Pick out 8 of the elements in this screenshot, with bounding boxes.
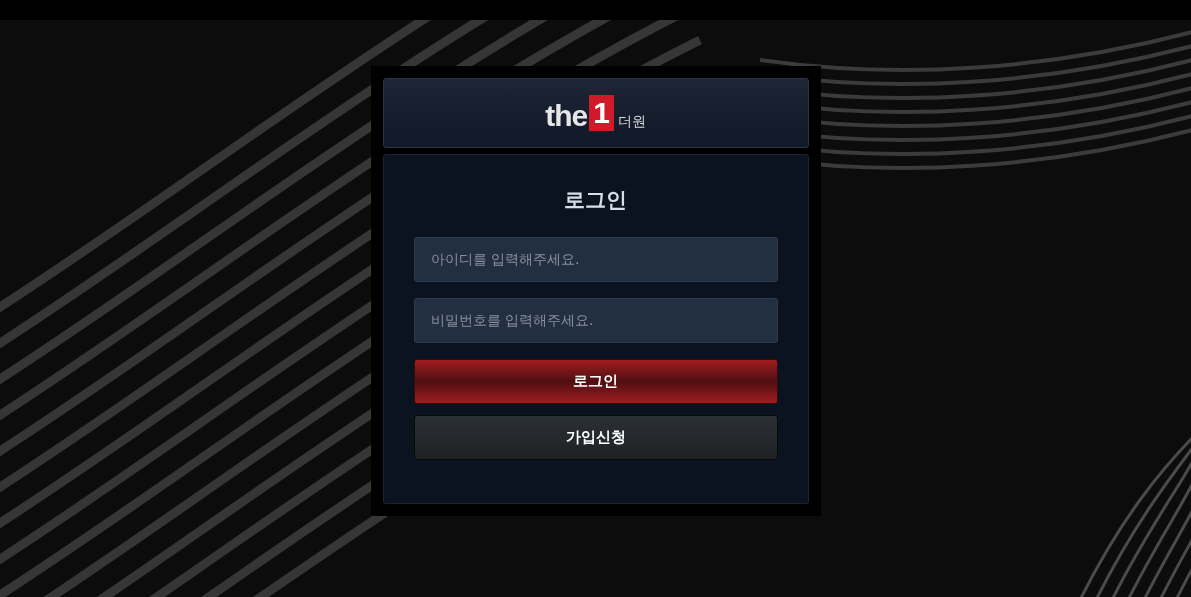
login-button[interactable]: 로그인 (413, 358, 778, 404)
logo-numeral: 1 (589, 95, 614, 131)
form-title: 로그인 (563, 187, 628, 214)
logo-subtitle: 더원 (617, 112, 646, 131)
logo-wordmark: the (545, 101, 588, 131)
signup-button[interactable]: 가입신청 (413, 414, 778, 460)
id-field[interactable]: 아이디를 입력해주세요. (413, 236, 778, 282)
password-field[interactable]: 비밀번호를 입력해주세요. (413, 297, 778, 343)
